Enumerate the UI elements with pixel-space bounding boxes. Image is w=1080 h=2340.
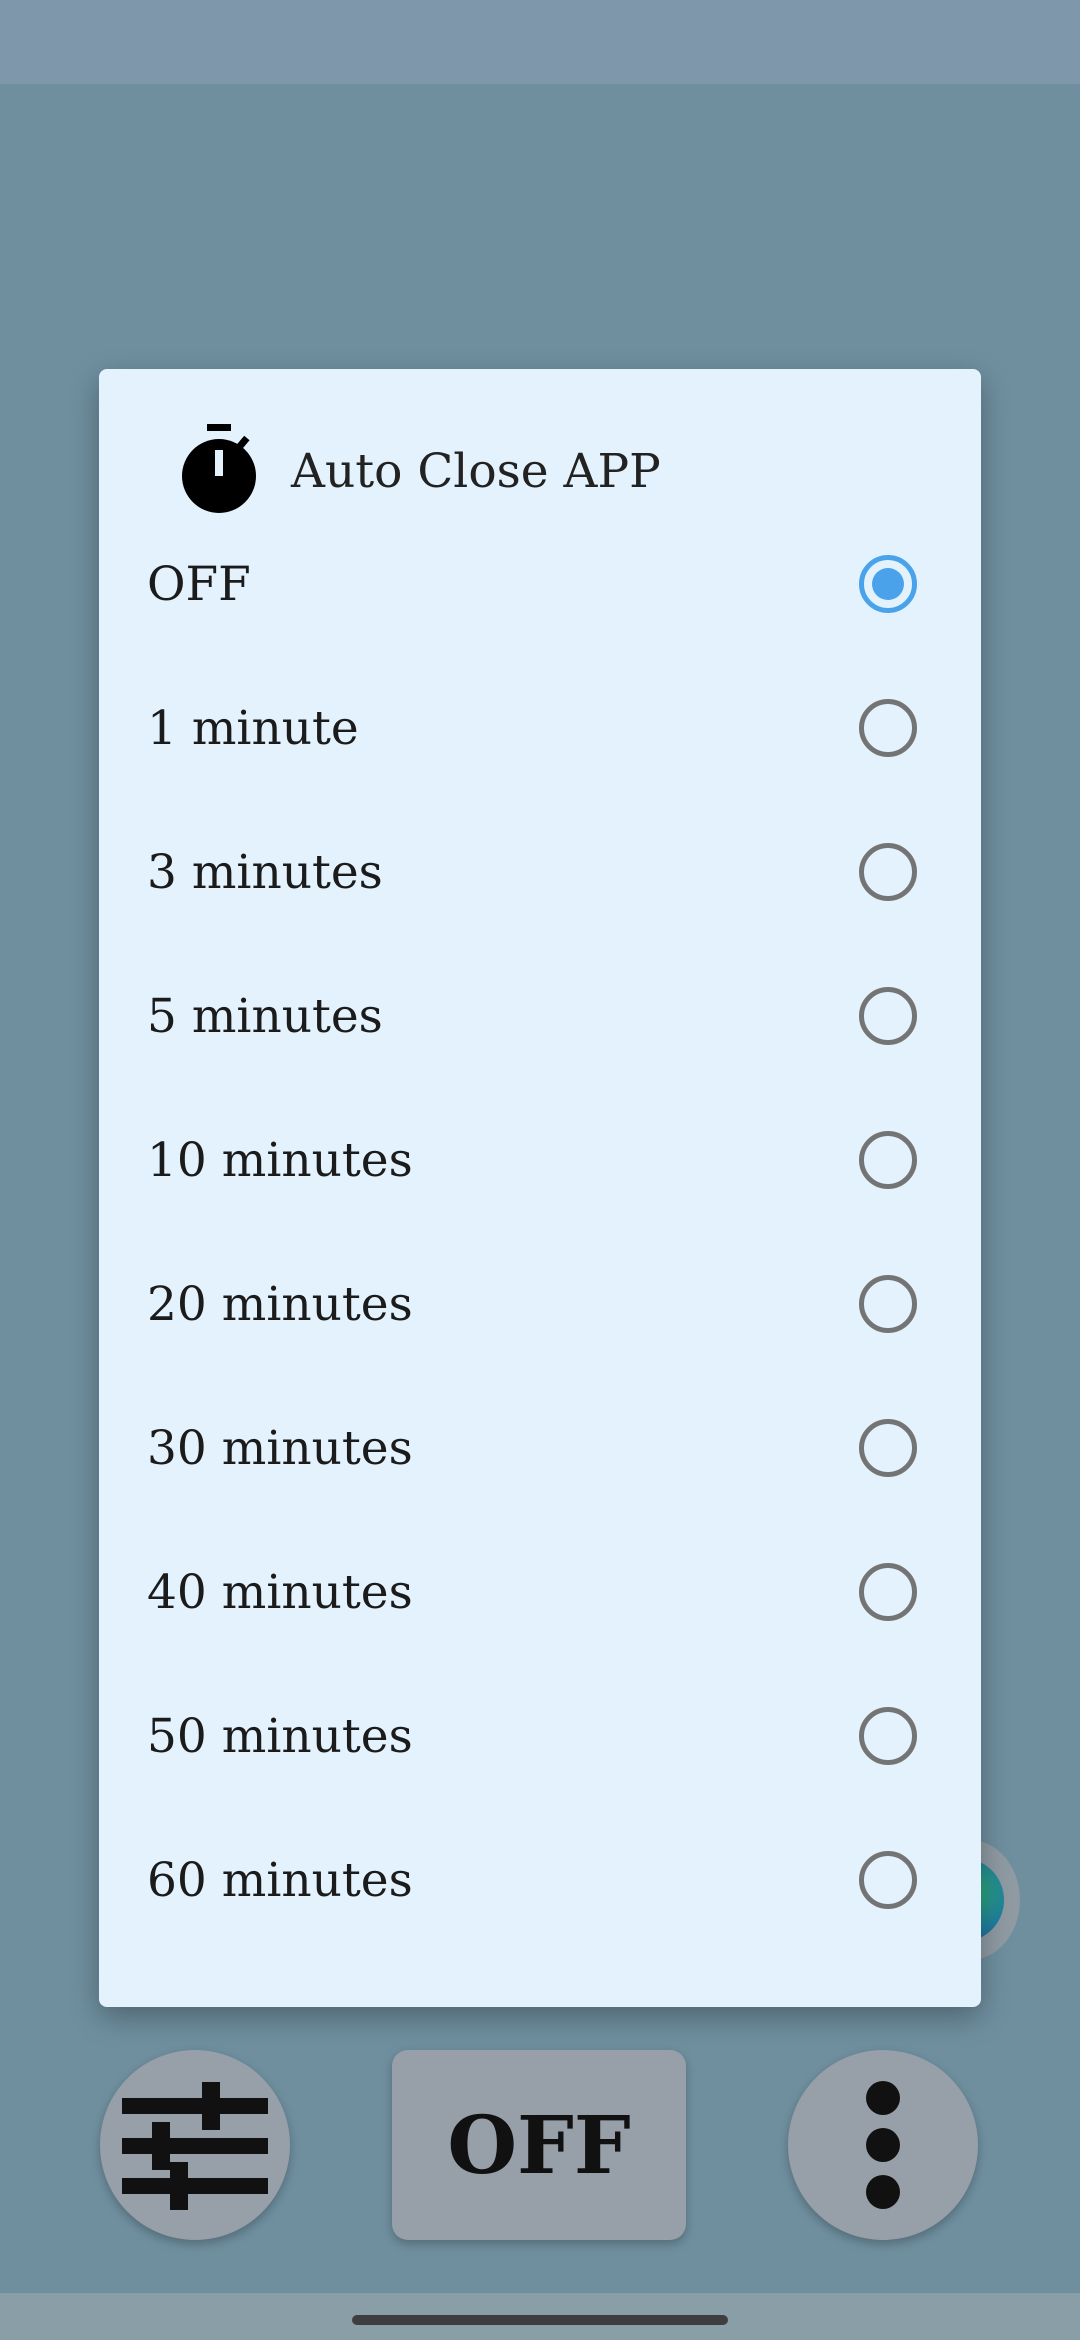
option-label: 60 minutes — [147, 1852, 413, 1908]
radio-button[interactable] — [859, 843, 917, 901]
more-vertical-icon — [866, 2081, 900, 2209]
option-5-minutes[interactable]: 5 minutes — [99, 944, 981, 1088]
settings-button[interactable] — [100, 2050, 290, 2240]
option-label: OFF — [147, 556, 251, 612]
home-gesture-handle[interactable] — [352, 2315, 728, 2325]
option-10-minutes[interactable]: 10 minutes — [99, 1088, 981, 1232]
option-label: 10 minutes — [147, 1132, 413, 1188]
option-label: 50 minutes — [147, 1708, 413, 1764]
option-label: 5 minutes — [147, 988, 383, 1044]
radio-button[interactable] — [859, 1275, 917, 1333]
radio-button[interactable] — [859, 1419, 917, 1477]
radio-button[interactable] — [859, 987, 917, 1045]
option-60-minutes[interactable]: 60 minutes — [99, 1808, 981, 1952]
option-1-minute[interactable]: 1 minute — [99, 656, 981, 800]
auto-close-dialog: Auto Close APP OFF 1 minute 3 minutes 5 min… — [99, 369, 981, 2007]
radio-button[interactable] — [859, 1707, 917, 1765]
option-50-minutes[interactable]: 50 minutes — [99, 1664, 981, 1808]
option-off[interactable]: OFF — [99, 512, 981, 656]
radio-button[interactable] — [859, 1851, 917, 1909]
option-label: 1 minute — [147, 700, 359, 756]
option-label: 40 minutes — [147, 1564, 413, 1620]
option-20-minutes[interactable]: 20 minutes — [99, 1232, 981, 1376]
option-30-minutes[interactable]: 30 minutes — [99, 1376, 981, 1520]
option-label: 20 minutes — [147, 1276, 413, 1332]
radio-button[interactable] — [859, 1563, 917, 1621]
radio-button[interactable] — [859, 699, 917, 757]
dialog-title: Auto Close APP — [291, 444, 661, 499]
radio-dot — [872, 568, 904, 600]
option-3-minutes[interactable]: 3 minutes — [99, 800, 981, 944]
radio-button-checked[interactable] — [859, 555, 917, 613]
option-label: 30 minutes — [147, 1420, 413, 1476]
more-options-button[interactable] — [788, 2050, 978, 2240]
status-bar — [0, 0, 1080, 84]
sliders-icon — [122, 2082, 268, 2210]
option-40-minutes[interactable]: 40 minutes — [99, 1520, 981, 1664]
stopwatch-icon — [182, 424, 256, 513]
power-off-button[interactable]: OFF — [392, 2050, 686, 2240]
option-label: 3 minutes — [147, 844, 383, 900]
radio-button[interactable] — [859, 1131, 917, 1189]
